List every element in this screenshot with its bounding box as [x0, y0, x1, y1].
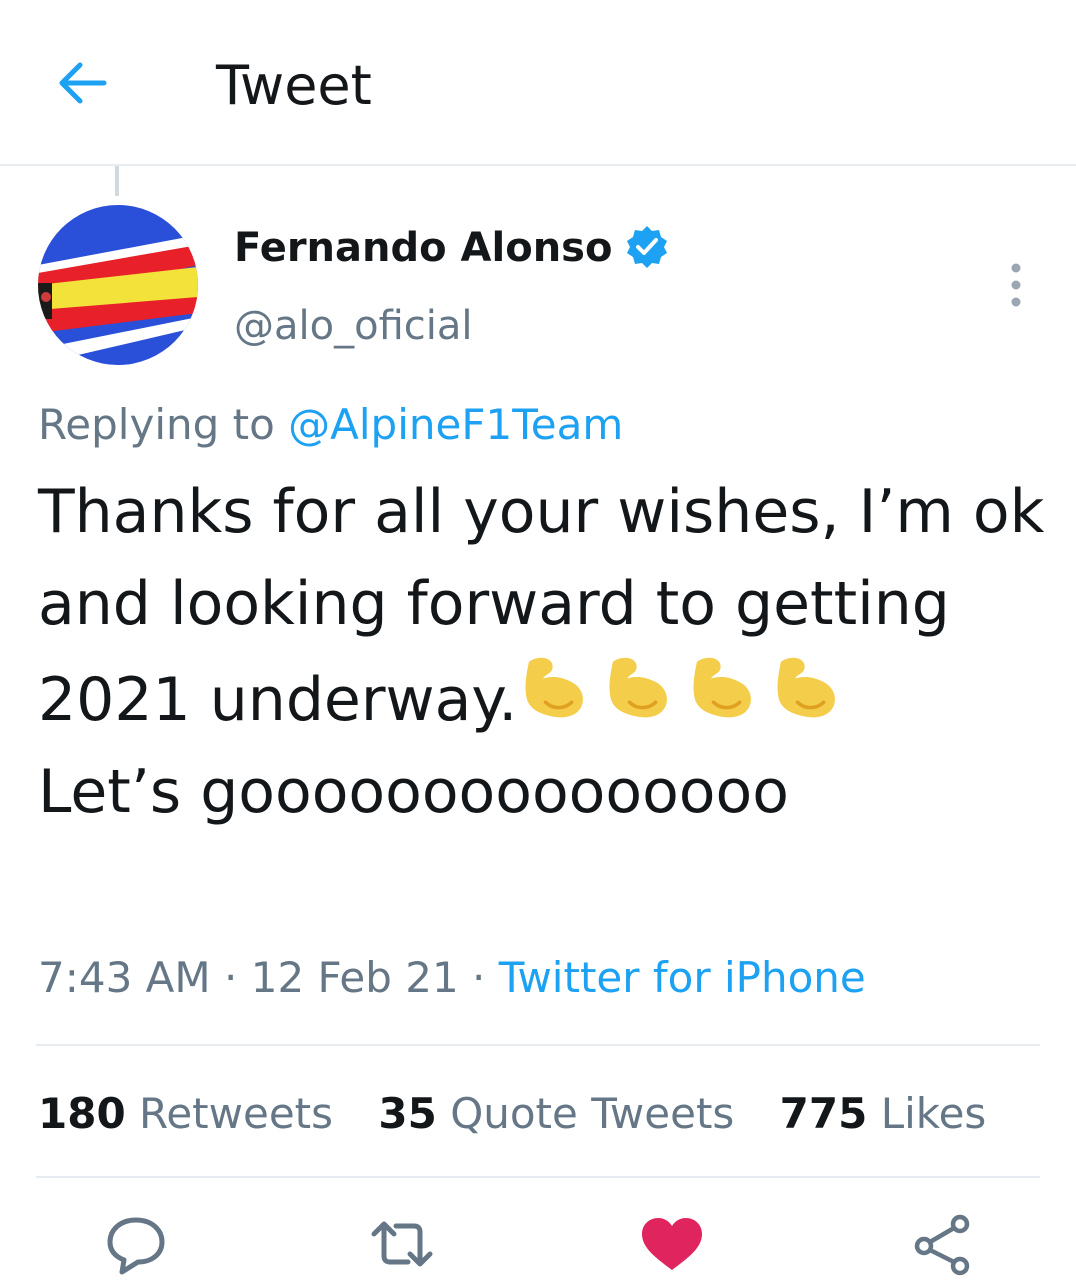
divider: [36, 1044, 1040, 1046]
reply-button[interactable]: [100, 1212, 172, 1276]
heart-icon: [642, 1218, 702, 1270]
share-icon: [914, 1214, 970, 1276]
flexed-biceps-icon: [601, 657, 685, 735]
quote-tweets-label: Quote Tweets: [450, 1089, 735, 1138]
retweets-stat[interactable]: 180 Retweets: [38, 1089, 333, 1138]
likes-label: Likes: [880, 1089, 987, 1138]
tweet-time: 7:43 AM: [38, 953, 211, 1002]
likes-stat[interactable]: 775 Likes: [780, 1089, 987, 1138]
divider: [36, 1176, 1040, 1178]
quote-tweets-stat[interactable]: 35 Quote Tweets: [378, 1089, 734, 1138]
share-button[interactable]: [906, 1212, 978, 1276]
meta-separator: ·: [472, 953, 486, 1002]
verified-badge-icon: [624, 224, 670, 270]
top-app-bar: Tweet: [0, 0, 1076, 166]
retweet-icon: [371, 1221, 433, 1267]
tweet-date: 12 Feb 21: [250, 953, 459, 1002]
tweet-source-link[interactable]: Twitter for iPhone: [499, 953, 866, 1002]
replying-to-label: Replying to: [38, 400, 275, 449]
author-name[interactable]: Fernando Alonso: [234, 222, 612, 274]
avatar[interactable]: [38, 205, 198, 365]
thread-connector-line: [115, 166, 119, 196]
more-vertical-icon: [1011, 263, 1021, 307]
arrow-left-icon: [59, 62, 107, 104]
quote-tweets-count: 35: [378, 1089, 437, 1138]
likes-count: 775: [779, 1089, 868, 1138]
page-title: Tweet: [216, 54, 372, 117]
replying-to: Replying to @AlpineF1Team: [38, 398, 623, 452]
flexed-biceps-icon: [517, 657, 601, 735]
retweets-count: 180: [38, 1089, 126, 1138]
tweet-text-line2: Let’s gooooooooooooooo: [38, 757, 789, 827]
flexed-biceps-icon: [685, 657, 769, 735]
reply-icon: [107, 1217, 165, 1275]
tweet-stats: 180 Retweets 35 Quote Tweets 775 Likes: [38, 1086, 1018, 1142]
retweet-button[interactable]: [366, 1212, 438, 1276]
flexed-biceps-icon: [769, 657, 853, 735]
retweets-label: Retweets: [139, 1089, 334, 1138]
tweet-text: Thanks for all your wishes, I’m ok and l…: [38, 466, 1048, 838]
more-options-button[interactable]: [996, 260, 1036, 310]
tweet-text-paragraph: Thanks for all your wishes, I’m ok and l…: [38, 466, 1048, 746]
author-handle[interactable]: @alo_oficial: [234, 300, 473, 352]
tweet-meta: 7:43 AM · 12 Feb 21 · Twitter for iPhone: [38, 950, 866, 1006]
back-button[interactable]: [52, 56, 112, 110]
avatar-image: [38, 205, 198, 365]
meta-separator: ·: [224, 953, 238, 1002]
reply-mention-link[interactable]: @AlpineF1Team: [288, 400, 623, 449]
like-button[interactable]: [636, 1212, 708, 1276]
